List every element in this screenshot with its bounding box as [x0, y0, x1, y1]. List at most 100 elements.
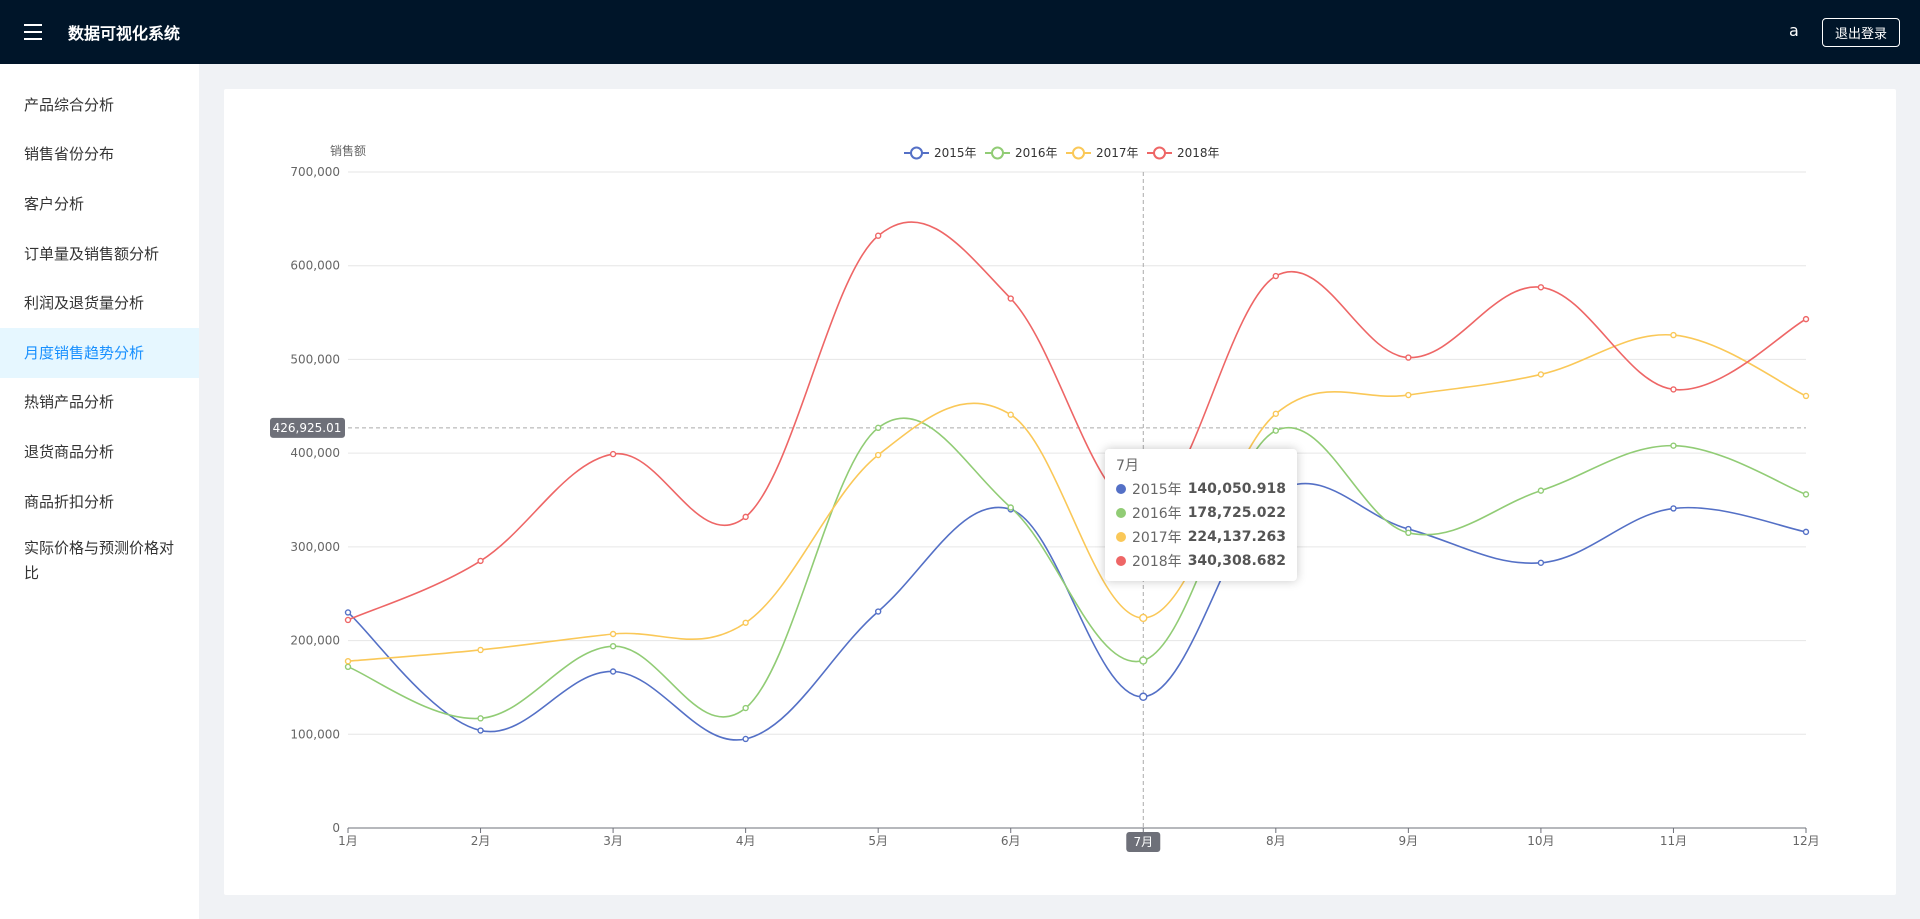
x-tick-label: 4月 [736, 834, 756, 848]
x-tick-label: 11月 [1660, 834, 1687, 848]
data-point [1802, 528, 1810, 536]
data-point [344, 609, 352, 616]
legend-item[interactable]: 2015年 [904, 146, 977, 160]
data-point [1670, 331, 1677, 339]
legend-item[interactable]: 2018年 [1147, 146, 1220, 160]
series-lines [347, 221, 1807, 741]
data-point [1272, 410, 1280, 417]
y-tick-label: 700,000 [290, 165, 340, 179]
data-point [1405, 391, 1412, 399]
data-point [477, 557, 484, 565]
data-point [874, 608, 882, 615]
line-chart[interactable]: 0 100,000 200,000 300,000 400,000 500,000 600,… [0, 0, 1920, 919]
legend-label: 2017年 [1096, 146, 1139, 160]
data-point [1007, 504, 1014, 511]
tooltip-row: 2015年 140,050.918 [1116, 477, 1286, 501]
data-point [1405, 354, 1412, 361]
data-point [1405, 529, 1412, 536]
data-point [477, 646, 484, 654]
data-point [477, 715, 484, 722]
x-tick-label: 5月 [868, 834, 888, 848]
y-axis-label: 销售额 [330, 143, 366, 158]
data-point [609, 668, 617, 675]
tooltip-row: 2017年 224,137.263 [1116, 525, 1286, 549]
data-point [1007, 411, 1014, 418]
data-point [874, 424, 882, 432]
data-point [742, 619, 749, 626]
legend[interactable]: 2015年 2016年 2017年 2018年 [904, 146, 1220, 160]
x-tick-label: 1月 [338, 834, 358, 848]
data-point [1802, 315, 1810, 323]
series-line-2018年 [347, 221, 1807, 621]
axes: 0 100,000 200,000 300,000 400,000 500,000 600,… [290, 143, 1819, 848]
tooltip-value: 140,050.918 [1187, 481, 1286, 497]
x-tick-label: 3月 [603, 834, 623, 848]
legend-marker [1072, 146, 1085, 160]
tooltip-dot [1116, 532, 1126, 542]
data-point [1537, 559, 1545, 566]
data-point [1670, 386, 1677, 393]
series-line-2017年 [347, 333, 1807, 662]
data-point [742, 704, 749, 712]
legend-marker [910, 146, 923, 160]
data-point [1139, 692, 1148, 701]
data-point [344, 616, 352, 624]
tooltip-row: 2018年 340,308.682 [1116, 549, 1286, 573]
x-tick-label: 6月 [1001, 834, 1021, 848]
legend-label: 2015年 [934, 146, 977, 160]
data-point [1139, 656, 1148, 665]
x-pointer-badge-label: 7月 [1133, 835, 1153, 849]
legend-label: 2018年 [1177, 146, 1220, 160]
data-point [1139, 613, 1148, 623]
y-tick-label: 500,000 [290, 352, 340, 366]
tooltip-series-name: 2017年 [1132, 530, 1182, 546]
data-point [344, 657, 352, 665]
series-line-2016年 [347, 417, 1807, 720]
x-tick-label: 8月 [1266, 834, 1286, 848]
tooltip-value: 340,308.682 [1187, 553, 1286, 569]
data-point [609, 630, 617, 638]
data-point [874, 232, 882, 239]
tooltip-row: 2016年 178,725.022 [1116, 501, 1286, 525]
y-tick-label: 300,000 [290, 540, 340, 554]
data-points [344, 232, 1810, 743]
tooltip-dot [1116, 484, 1126, 494]
x-tick-label: 9月 [1399, 834, 1419, 848]
x-tick-label: 10月 [1527, 834, 1554, 848]
data-point [874, 451, 882, 459]
y-tick-label: 600,000 [290, 259, 340, 273]
data-point [1537, 284, 1545, 291]
data-point [344, 663, 352, 671]
data-point [1272, 427, 1280, 434]
y-tick-label: 100,000 [290, 727, 340, 741]
data-point [1537, 371, 1545, 378]
y-tick-label: 200,000 [290, 634, 340, 648]
tooltip-title: 7月 [1116, 458, 1139, 474]
legend-item[interactable]: 2016年 [985, 146, 1058, 160]
x-tick-label: 12月 [1792, 834, 1819, 848]
legend-item[interactable]: 2017年 [1066, 146, 1139, 160]
legend-marker [991, 146, 1004, 160]
data-point [609, 642, 617, 650]
y-pointer-badge-label: 426,925.01 [273, 421, 342, 435]
tooltip-series-name: 2016年 [1132, 506, 1182, 522]
tooltip-series-name: 2015年 [1132, 482, 1182, 498]
legend-marker [1153, 146, 1166, 160]
chart-tooltip: 7月 2015年 140,050.918 2016年 178,725.022 2… [1105, 449, 1297, 581]
tooltip-value: 178,725.022 [1187, 505, 1286, 521]
data-point [609, 450, 617, 458]
tooltip-value: 224,137.263 [1187, 529, 1286, 545]
data-point [1802, 491, 1810, 498]
tooltip-dot [1116, 508, 1126, 518]
tooltip-dot [1116, 556, 1126, 566]
tooltip-series-name: 2018年 [1132, 554, 1182, 570]
x-tick-label: 2月 [471, 834, 491, 848]
axis-pointer: 426,925.01 7月 [270, 172, 1806, 852]
y-tick-label: 400,000 [290, 446, 340, 460]
data-point [477, 727, 484, 734]
data-point [1670, 505, 1677, 512]
data-point [1007, 295, 1014, 302]
data-point [1537, 487, 1545, 494]
series-line-2015年 [347, 482, 1807, 741]
y-tick-label: 0 [332, 821, 340, 835]
